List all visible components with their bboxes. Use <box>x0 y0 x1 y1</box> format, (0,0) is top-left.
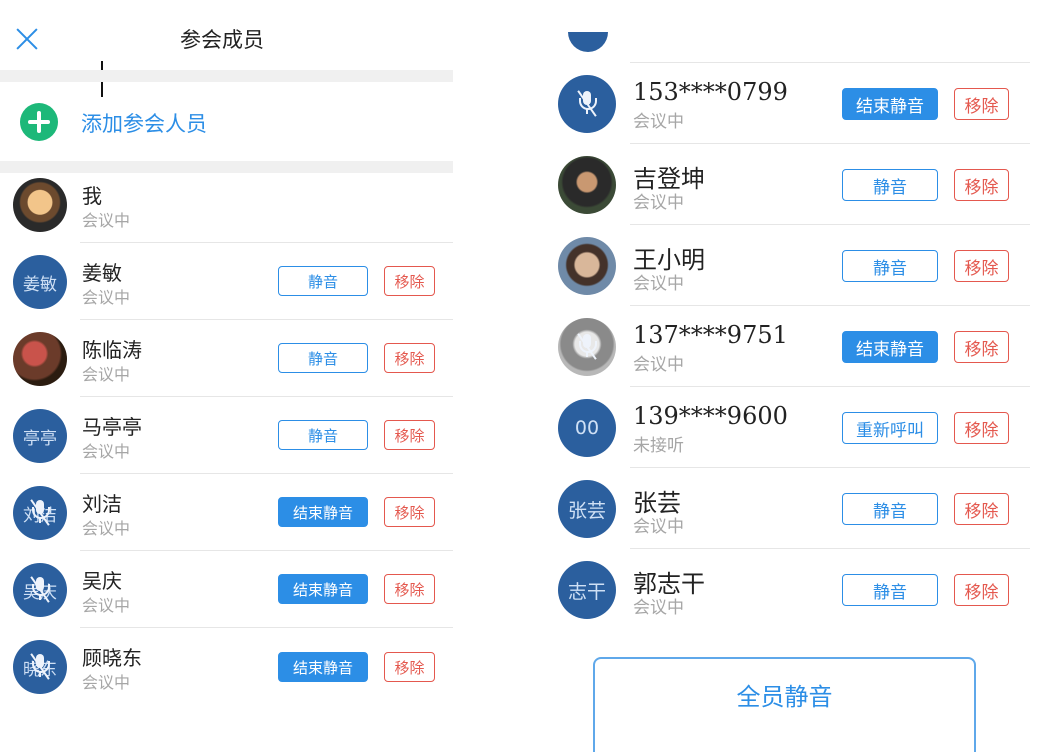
mic-off-icon <box>30 499 50 526</box>
remove-button[interactable]: 移除 <box>384 574 435 604</box>
avatar: 张芸 <box>558 480 616 538</box>
remove-button[interactable]: 移除 <box>384 420 435 450</box>
member-status: 会议中 <box>82 288 131 307</box>
avatar: 晓东 <box>13 640 67 694</box>
remove-button[interactable]: 移除 <box>954 250 1009 282</box>
avatar: 吴庆 <box>13 563 67 617</box>
member-status: 会议中 <box>82 442 131 461</box>
recall-button[interactable]: 重新呼叫 <box>842 412 938 444</box>
member-row: 志干 郭志干 会议中 静音 移除 <box>555 549 1043 630</box>
remove-button[interactable]: 移除 <box>954 493 1009 525</box>
remove-button[interactable]: 移除 <box>384 652 435 682</box>
remove-button[interactable]: 移除 <box>954 331 1009 363</box>
avatar <box>558 237 616 295</box>
avatar-partial <box>568 32 608 52</box>
member-name: 刘洁 <box>82 492 122 516</box>
mic-off-icon <box>577 90 597 117</box>
mic-off-icon <box>30 576 50 603</box>
member-name: 139****9600 <box>633 402 788 430</box>
avatar <box>558 318 616 376</box>
mute-button[interactable]: 静音 <box>278 420 368 450</box>
remove-button[interactable]: 移除 <box>954 88 1009 120</box>
mute-all-button[interactable]: 全员静音 <box>593 657 976 752</box>
member-row: 晓东 顾晓东 会议中 结束静音 移除 <box>0 628 453 705</box>
avatar <box>558 156 616 214</box>
avatar: 00 <box>558 399 616 457</box>
page-title: 参会成员 <box>180 28 264 52</box>
section-divider <box>0 70 453 82</box>
avatar <box>13 332 67 386</box>
mute-button[interactable]: 静音 <box>842 574 938 606</box>
member-row: 吉登坤 会议中 静音 移除 <box>555 144 1043 225</box>
member-name: 吴庆 <box>82 569 122 593</box>
remove-button[interactable]: 移除 <box>954 169 1009 201</box>
member-name: 我 <box>82 184 102 208</box>
avatar: 姜敏 <box>13 255 67 309</box>
mute-button[interactable]: 静音 <box>842 169 938 201</box>
remove-button[interactable]: 移除 <box>384 497 435 527</box>
member-row: 吴庆 吴庆 会议中 结束静音 移除 <box>0 551 453 628</box>
mute-button[interactable]: 静音 <box>842 493 938 525</box>
unmute-button[interactable]: 结束静音 <box>278 497 368 527</box>
member-name: 陈临涛 <box>82 338 142 362</box>
unmute-button[interactable]: 结束静音 <box>842 331 938 363</box>
member-list-panel-left: 参会成员 添加参会人员 我 会议中 姜敏 姜敏 会议中 静音 移除 陈临涛 会议… <box>0 0 453 752</box>
member-name: 顾晓东 <box>82 646 142 670</box>
remove-button[interactable]: 移除 <box>954 574 1009 606</box>
avatar <box>558 75 616 133</box>
member-status: 会议中 <box>633 274 684 294</box>
mic-off-icon <box>30 653 50 680</box>
unmute-button[interactable]: 结束静音 <box>278 574 368 604</box>
mute-button[interactable]: 静音 <box>842 250 938 282</box>
member-row: 00 139****9600 未接听 重新呼叫 移除 <box>555 387 1043 468</box>
remove-button[interactable]: 移除 <box>954 412 1009 444</box>
member-name: 马亭亭 <box>82 415 142 439</box>
avatar: 志干 <box>558 561 616 619</box>
plus-circle-icon[interactable] <box>20 103 58 141</box>
member-name: 153****0799 <box>633 78 788 106</box>
member-row: 亭亭 马亭亭 会议中 静音 移除 <box>0 397 453 474</box>
member-list-panel-right: 153****0799 会议中 结束静音 移除 吉登坤 会议中 静音 移除 王小… <box>555 0 1043 752</box>
member-name: 137****9751 <box>633 321 788 349</box>
member-row: 153****0799 会议中 结束静音 移除 <box>555 63 1043 144</box>
member-status: 会议中 <box>633 598 684 618</box>
member-row: 我 会议中 <box>0 166 453 243</box>
mute-button[interactable]: 静音 <box>278 266 368 296</box>
member-row: 姜敏 姜敏 会议中 静音 移除 <box>0 243 453 320</box>
avatar: 刘洁 <box>13 486 67 540</box>
member-status: 会议中 <box>82 673 131 692</box>
add-member-button[interactable]: 添加参会人员 <box>81 108 207 138</box>
member-row: 张芸 张芸 会议中 静音 移除 <box>555 468 1043 549</box>
unmute-button[interactable]: 结束静音 <box>278 652 368 682</box>
member-row: 刘洁 刘洁 会议中 结束静音 移除 <box>0 474 453 551</box>
remove-button[interactable]: 移除 <box>384 343 435 373</box>
member-status: 会议中 <box>82 211 131 230</box>
member-status: 会议中 <box>82 519 131 538</box>
member-status: 会议中 <box>633 112 684 132</box>
member-row: 陈临涛 会议中 静音 移除 <box>0 320 453 397</box>
avatar <box>13 178 67 232</box>
member-status: 会议中 <box>633 193 684 213</box>
remove-button[interactable]: 移除 <box>384 266 435 296</box>
member-status: 未接听 <box>633 436 684 456</box>
avatar: 亭亭 <box>13 409 67 463</box>
mic-off-icon <box>577 333 597 360</box>
mute-button[interactable]: 静音 <box>278 343 368 373</box>
member-row: 137****9751 会议中 结束静音 移除 <box>555 306 1043 387</box>
member-row: 王小明 会议中 静音 移除 <box>555 225 1043 306</box>
member-status: 会议中 <box>633 517 684 537</box>
member-status: 会议中 <box>82 365 131 384</box>
member-status: 会议中 <box>82 596 131 615</box>
close-icon[interactable] <box>14 26 40 52</box>
member-status: 会议中 <box>633 355 684 375</box>
unmute-button[interactable]: 结束静音 <box>842 88 938 120</box>
member-name: 姜敏 <box>82 261 122 285</box>
